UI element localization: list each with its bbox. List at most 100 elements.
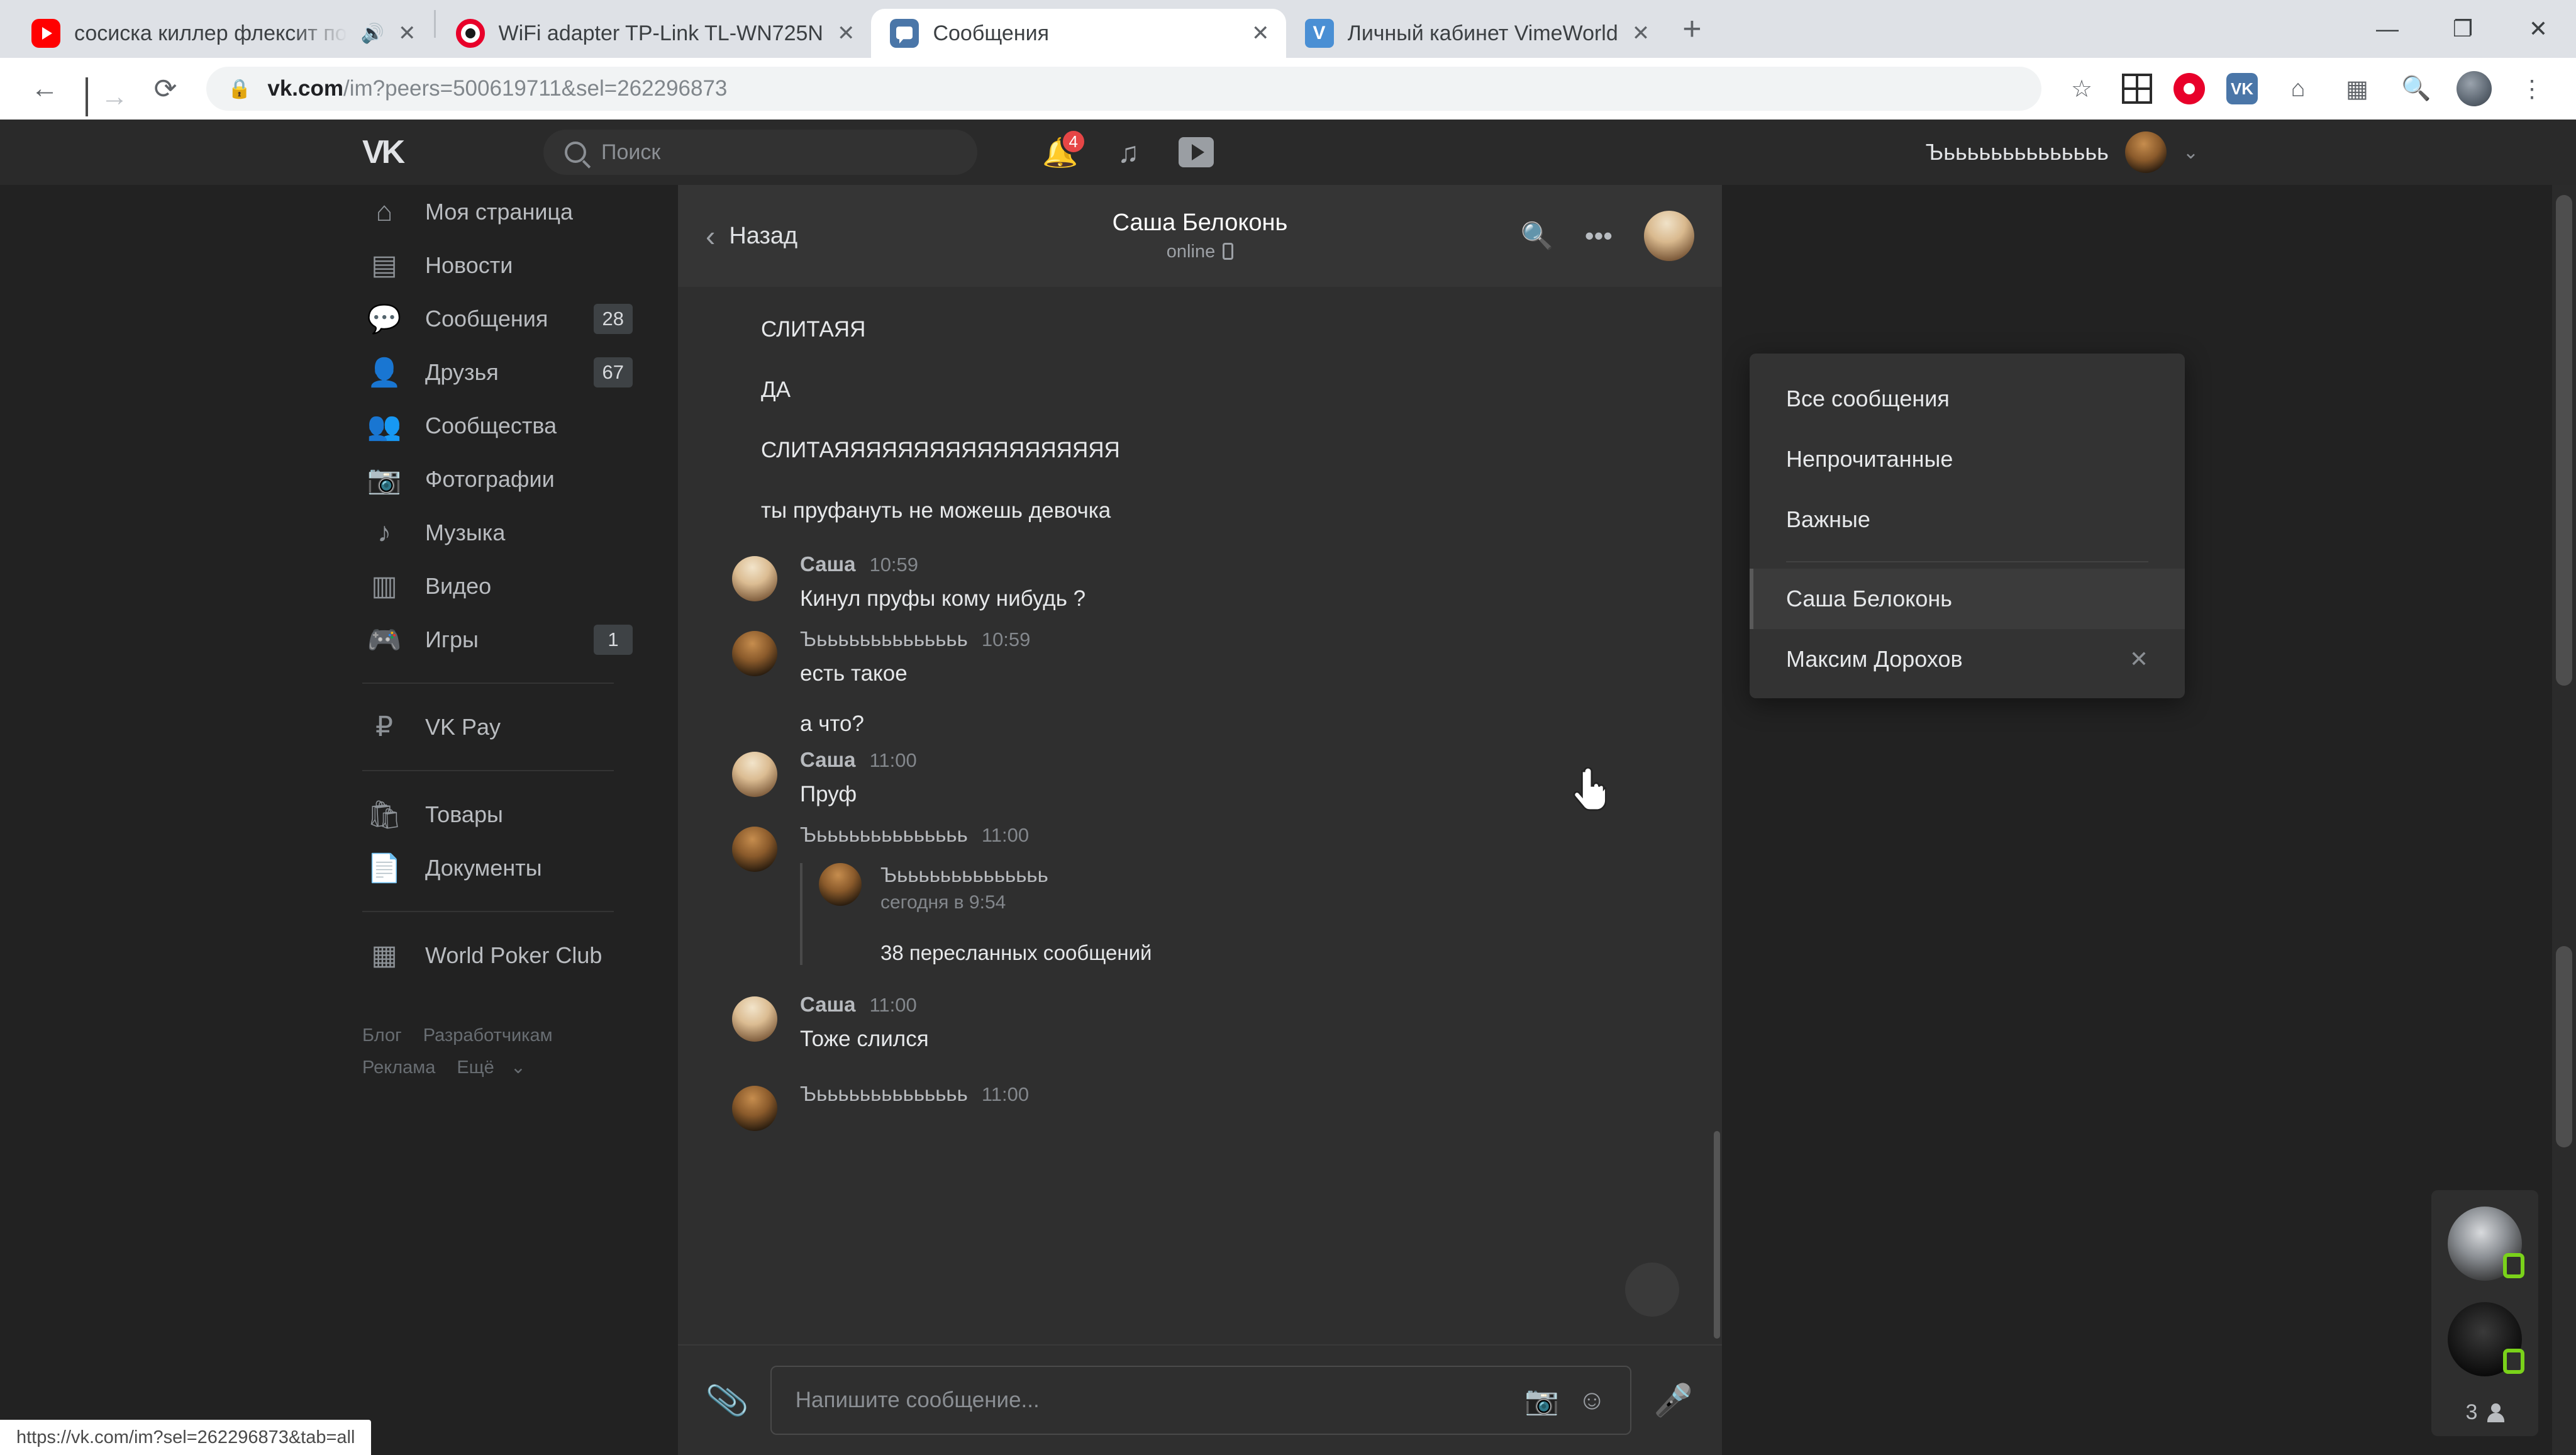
avatar xyxy=(732,752,777,797)
maximize-button[interactable]: ❐ xyxy=(2425,0,2501,58)
extension-vk-icon[interactable]: VK xyxy=(2226,73,2258,104)
footer-link-ads[interactable]: Реклама xyxy=(362,1057,435,1078)
sidebar-item-label: Видео xyxy=(425,572,492,599)
sidebar-divider xyxy=(362,911,614,912)
web-page: VK Поиск 🔔 4 ♫ Ъьььььььььььььь ⌄ ⌂ Моя с… xyxy=(0,120,2576,1455)
message-item[interactable]: Саша 11:00 Тоже слился xyxy=(732,965,1684,1056)
browser-tab[interactable]: WiFi adapter TP-Link TL-WN725N ✕ xyxy=(437,9,872,58)
sidebar-item-label: Игры xyxy=(425,626,479,652)
page-scrollbar-thumb-secondary[interactable] xyxy=(2556,946,2572,1147)
back-button[interactable]: ‹ Назад xyxy=(706,219,797,253)
paperclip-icon[interactable]: 📎 xyxy=(704,1378,751,1422)
tab-audio-icon[interactable]: 🔊 xyxy=(361,23,384,45)
forward-button[interactable]: → xyxy=(86,77,128,116)
footer-link-developers[interactable]: Разработчикам xyxy=(423,1025,553,1045)
browser-tab[interactable]: сосиска киллер флексит по 🔊 ✕ xyxy=(13,9,433,58)
message-composer: 📎 Напишите сообщение... 📷 ☺ 🎤 xyxy=(678,1344,1722,1455)
search-input[interactable]: Поиск xyxy=(543,130,977,175)
sidebar-item-video[interactable]: ▥ Видео xyxy=(362,559,633,613)
sidebar-item-vkpay[interactable]: ₽ VK Pay xyxy=(362,700,633,754)
chat-scrollbar-thumb[interactable] xyxy=(1714,1131,1720,1339)
person-icon xyxy=(2487,1403,2505,1422)
sidebar-item-goods[interactable]: 🛍 Товары xyxy=(362,788,633,841)
message-item[interactable]: Саша 10:59 Кинул пруфы кому нибудь ? xyxy=(732,541,1684,616)
camera-icon[interactable]: 📷 xyxy=(1524,1384,1559,1417)
search-icon[interactable]: 🔍 xyxy=(1521,221,1553,252)
tab-close-button[interactable]: ✕ xyxy=(837,23,855,44)
new-tab-button[interactable]: + xyxy=(1682,10,1701,48)
extension-qr-icon[interactable]: ▦ xyxy=(2338,70,2376,108)
footer-link-more[interactable]: Ещё xyxy=(457,1057,494,1078)
dropdown-item-important[interactable]: Важные xyxy=(1750,489,2185,550)
sidebar-item-my-page[interactable]: ⌂ Моя страница xyxy=(362,185,633,238)
message-item[interactable]: Ъьььььььььььььь 11:00 Ъьььььььььььььь се… xyxy=(732,811,1684,965)
scroll-to-bottom-button[interactable]: chevron-down-icon xyxy=(1625,1263,1679,1317)
extension-home-icon[interactable]: ⌂ xyxy=(2279,70,2317,108)
profile-avatar[interactable] xyxy=(2457,71,2492,106)
avatar xyxy=(732,826,777,872)
browser-tab-active[interactable]: Сообщения ✕ xyxy=(871,9,1286,58)
bookmark-star-icon[interactable]: ☆ xyxy=(2063,70,2101,108)
sidebar-item-music[interactable]: ♪ Музыка xyxy=(362,506,633,559)
sidebar-item-world-poker-club[interactable]: ▦ World Poker Club xyxy=(362,928,633,982)
sidebar-item-friends[interactable]: 👤 Друзья 67 xyxy=(362,345,633,399)
more-dots-icon[interactable]: ••• xyxy=(1585,221,1613,251)
online-count-value: 3 xyxy=(2465,1400,2478,1424)
page-scrollbar-thumb[interactable] xyxy=(2556,195,2572,686)
extension-opera-icon[interactable] xyxy=(2174,73,2205,104)
close-window-button[interactable]: ✕ xyxy=(2501,0,2576,58)
microphone-icon[interactable]: 🎤 xyxy=(1654,1382,1693,1419)
message-item[interactable]: Саша 11:00 Пруф xyxy=(732,737,1684,811)
chat-scrollbar[interactable] xyxy=(1712,389,1722,1339)
extension-grid-icon[interactable] xyxy=(2122,74,2152,104)
user-menu[interactable]: Ъьььььььььььььь ⌄ xyxy=(1926,131,2199,173)
notifications-bell-icon[interactable]: 🔔 4 xyxy=(1042,128,1087,170)
forward-count-label[interactable]: 38 пересланных сообщений xyxy=(880,941,1152,965)
close-icon[interactable]: ✕ xyxy=(2129,646,2148,672)
dropdown-peer-maxim[interactable]: Максим Дорохов ✕ xyxy=(1750,629,2185,689)
browser-tab[interactable]: V Личный кабинет VimeWorld ✕ xyxy=(1286,9,1667,58)
friend-avatar[interactable] xyxy=(2448,1207,2524,1281)
reload-button[interactable]: ⟳ xyxy=(146,69,185,108)
dropdown-peer-sasha[interactable]: Саша Белоконь xyxy=(1750,569,2185,629)
vk-top-header: VK Поиск 🔔 4 ♫ Ъьььььььььььььь ⌄ xyxy=(0,120,2576,185)
online-count[interactable]: 3 xyxy=(2465,1400,2505,1425)
avatar xyxy=(732,1086,777,1131)
forwarded-message[interactable]: Ъьььььььььььььь сегодня в 9:54 38 пересл… xyxy=(800,862,1152,965)
tab-close-button[interactable]: ✕ xyxy=(398,23,416,44)
message-item[interactable]: Ъьььььььььььььь 11:00 xyxy=(732,1056,1684,1131)
back-button[interactable]: ← xyxy=(25,69,64,108)
sidebar-item-photos[interactable]: 📷 Фотографии xyxy=(362,452,633,506)
sidebar-item-games[interactable]: 🎮 Игры 1 xyxy=(362,613,633,666)
chevron-down-icon[interactable]: ⌄ xyxy=(511,1057,526,1078)
sidebar-item-messages[interactable]: 💬 Сообщения 28 xyxy=(362,292,633,345)
user-name: Ъьььььььььььььь xyxy=(1925,139,2109,165)
tab-close-button[interactable]: ✕ xyxy=(1632,23,1650,44)
vk-logo[interactable]: VK xyxy=(362,133,419,171)
dropdown-item-all-messages[interactable]: Все сообщения xyxy=(1750,369,2185,429)
friend-avatar[interactable] xyxy=(2448,1302,2524,1376)
message-list[interactable]: СЛИТАЯЯ ДА СЛИТАЯЯЯЯЯЯЯЯЯЯЯЯЯЯЯЯЯЯ ты пр… xyxy=(678,287,1722,1344)
sidebar-item-news[interactable]: ▤ Новости xyxy=(362,238,633,292)
sidebar-item-groups[interactable]: 👥 Сообщества xyxy=(362,399,633,452)
emoji-icon[interactable]: ☺ xyxy=(1578,1385,1606,1416)
online-friends-widget: 3 xyxy=(2431,1190,2538,1436)
page-scrollbar[interactable] xyxy=(2552,185,2576,1455)
dropdown-item-label: Максим Дорохов xyxy=(1786,646,1963,672)
minimize-button[interactable]: — xyxy=(2350,0,2425,58)
tab-title: Сообщения xyxy=(933,21,1049,45)
footer-link-blog[interactable]: Блог xyxy=(362,1025,402,1045)
music-note-icon[interactable]: ♫ xyxy=(1111,135,1146,170)
url-input[interactable]: 🔒 vk.com/im?peers=500619711&sel=26229687… xyxy=(206,67,2041,111)
sidebar-item-documents[interactable]: 📄 Документы xyxy=(362,841,633,895)
sidebar-badge: 28 xyxy=(593,304,633,334)
window-controls: — ❐ ✕ xyxy=(2350,0,2576,58)
video-player-icon[interactable] xyxy=(1179,135,1214,170)
browser-menu-icon[interactable]: ⋮ xyxy=(2513,70,2551,108)
message-input[interactable]: Напишите сообщение... 📷 ☺ xyxy=(770,1366,1631,1435)
chat-peer-avatar[interactable] xyxy=(1644,211,1694,261)
message-item[interactable]: Ъьььььььььььььь 10:59 есть такое а что? xyxy=(732,616,1684,737)
extension-search-icon[interactable]: 🔍 xyxy=(2397,70,2435,108)
tab-close-button[interactable]: ✕ xyxy=(1252,23,1270,44)
dropdown-item-unread[interactable]: Непрочитанные xyxy=(1750,429,2185,489)
